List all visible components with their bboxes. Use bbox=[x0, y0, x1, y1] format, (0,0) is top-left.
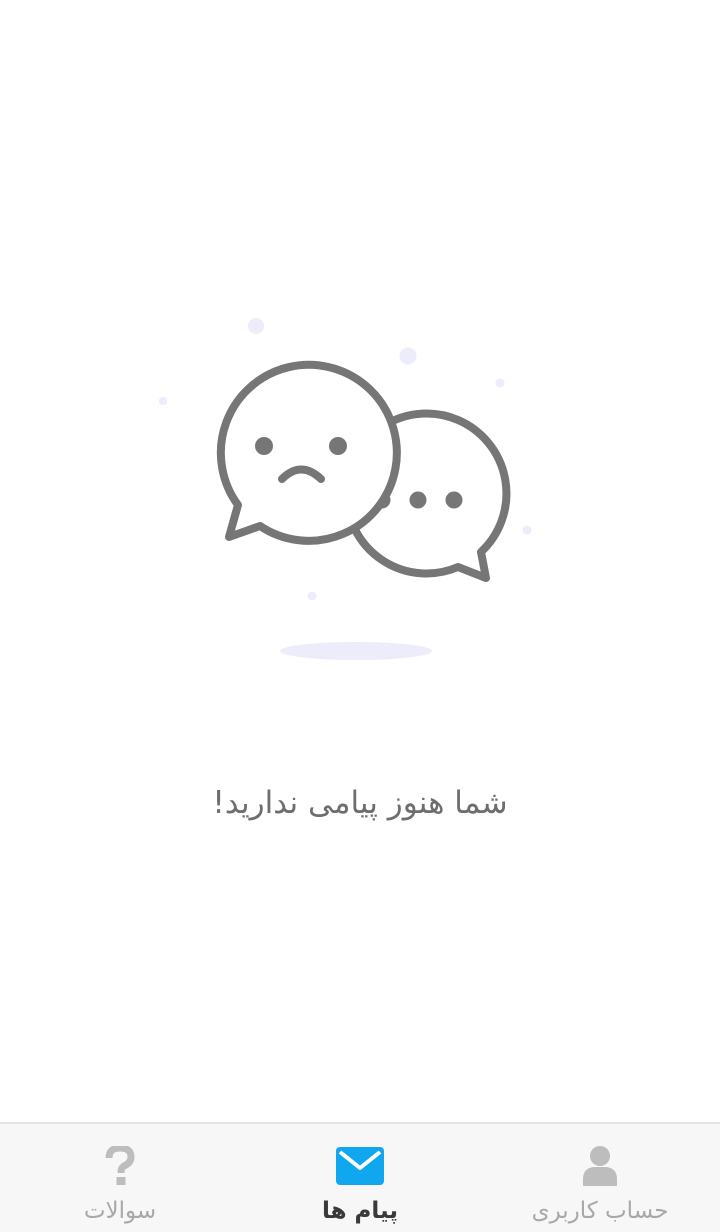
messages-screen: شما هنوز پیامی ندارید! سوالات پیام ها حس… bbox=[0, 0, 720, 1232]
nav-label-account: حساب کاربری bbox=[531, 1198, 669, 1224]
empty-messages-illustration bbox=[150, 305, 550, 675]
envelope-icon bbox=[336, 1144, 384, 1188]
nav-label-questions: سوالات bbox=[83, 1198, 157, 1224]
user-icon bbox=[576, 1144, 624, 1188]
nav-item-questions[interactable]: سوالات bbox=[0, 1124, 240, 1232]
nav-label-messages: پیام ها bbox=[321, 1198, 399, 1224]
chat-bubbles-sad-icon bbox=[159, 318, 532, 660]
nav-item-account[interactable]: حساب کاربری bbox=[480, 1124, 720, 1232]
bottom-navigation: سوالات پیام ها حساب کاربری bbox=[0, 1122, 720, 1232]
nav-item-messages[interactable]: پیام ها bbox=[240, 1124, 480, 1232]
question-icon bbox=[96, 1144, 144, 1188]
empty-messages-text: شما هنوز پیامی ندارید! bbox=[212, 785, 508, 821]
